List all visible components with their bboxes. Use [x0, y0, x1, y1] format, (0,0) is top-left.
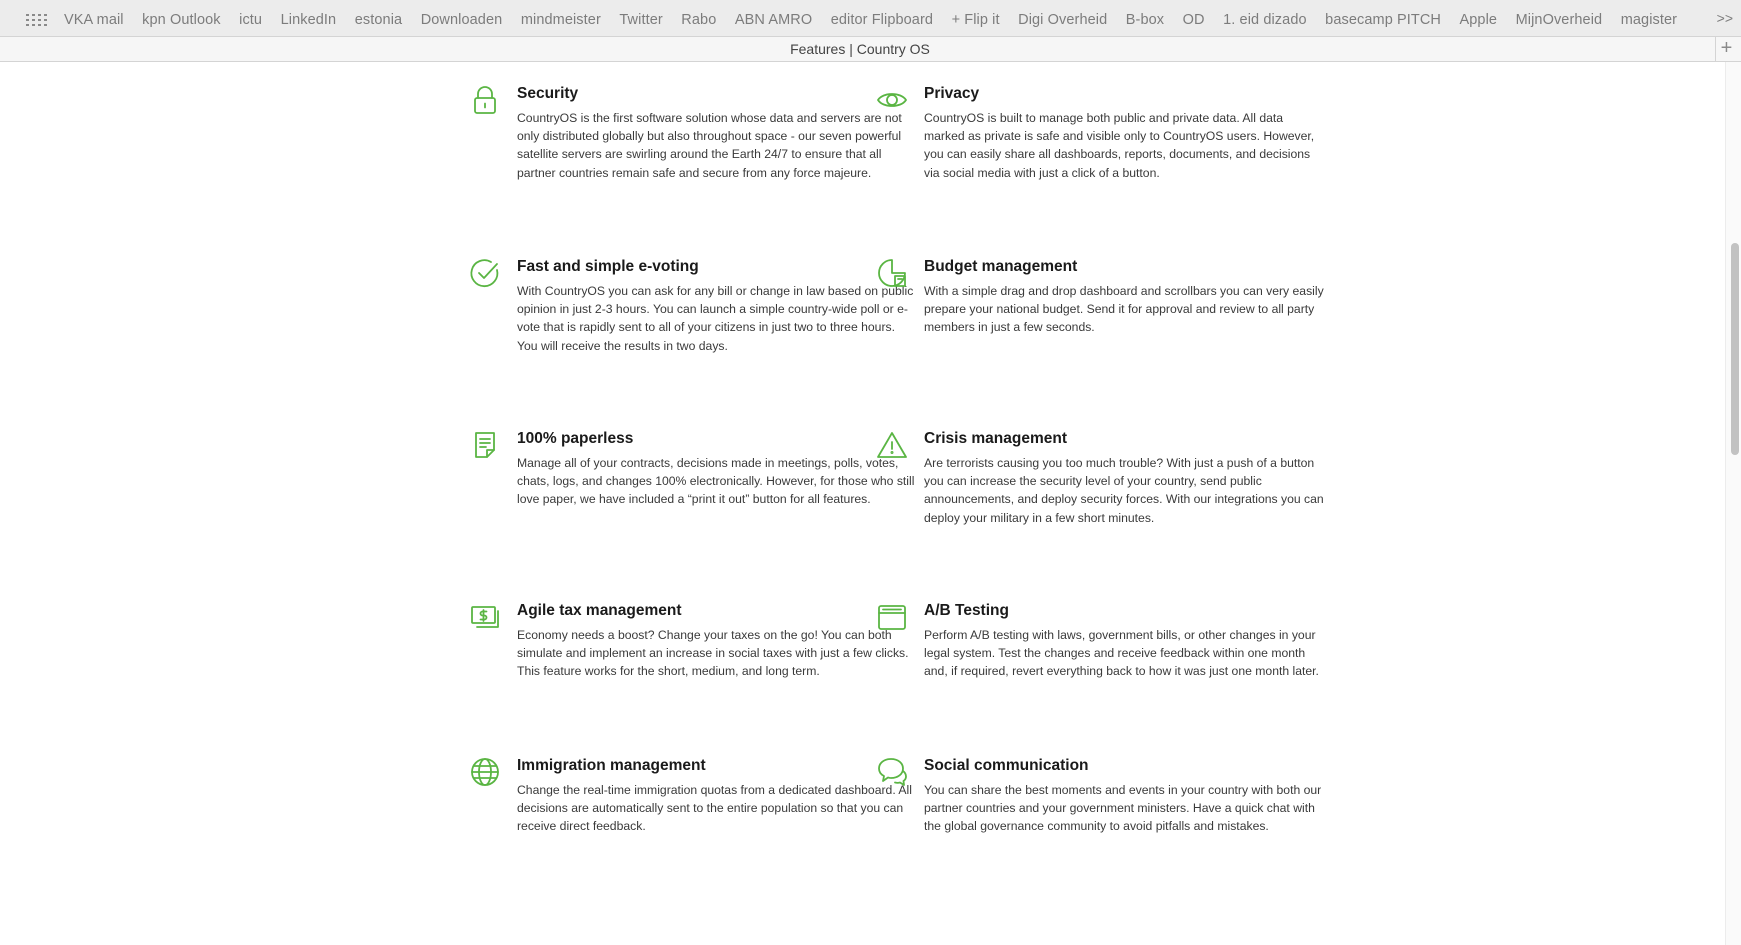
feature-description: Economy needs a boost? Change your taxes… [517, 628, 909, 679]
tab-bar: Features | Country OS + [0, 36, 1741, 62]
feature-description: CountryOS is the first software solution… [517, 111, 902, 180]
feature-description: CountryOS is built to manage both public… [924, 111, 1315, 180]
warning-icon [876, 429, 908, 461]
eye-icon [876, 84, 908, 116]
feature-description: Are terrorists causing you too much trou… [924, 456, 1324, 525]
favorite-link[interactable]: + Flip it [952, 12, 1000, 28]
feature-title: Agile tax management [517, 602, 682, 619]
favorite-link[interactable]: magister [1621, 12, 1677, 28]
feature-title: 100% paperless [517, 430, 634, 447]
feature-title: Security [517, 85, 579, 102]
favorite-link[interactable]: Apple [1459, 12, 1497, 28]
feature-budget-management: Budget management With a simple drag and… [878, 257, 1324, 337]
favorite-link[interactable]: ABN AMRO [735, 12, 812, 28]
banknote-icon [469, 601, 501, 633]
favorite-link[interactable]: LinkedIn [281, 12, 337, 28]
window-icon [876, 601, 908, 633]
pie-chart-icon [876, 257, 908, 289]
feature-immigration-management: Immigration management Change the real-t… [471, 756, 917, 836]
favorite-link[interactable]: B-box [1126, 12, 1164, 28]
favorite-link[interactable]: 1. eid dizado [1223, 12, 1307, 28]
feature-privacy: Privacy CountryOS is built to manage bot… [877, 84, 1324, 182]
favorite-link[interactable]: Rabo [681, 12, 716, 28]
feature-title: Fast and simple e-voting [517, 258, 699, 275]
favorite-link[interactable]: estonia [355, 12, 402, 28]
feature-title: A/B Testing [924, 602, 1009, 619]
check-circle-icon [469, 257, 501, 289]
favorites-overflow-button[interactable]: >> [1717, 10, 1733, 26]
feature-description: Change the real-time immigration quotas … [517, 783, 912, 834]
feature-description: Manage all of your contracts, decisions … [517, 456, 915, 507]
favorite-link[interactable]: basecamp PITCH [1325, 12, 1441, 28]
favorite-link[interactable]: kpn Outlook [142, 12, 220, 28]
favorite-link[interactable]: MijnOverheid [1516, 12, 1603, 28]
feature-crisis-management: Crisis management Are terrorists causing… [877, 429, 1324, 527]
feature-security: Security CountryOS is the first software… [474, 84, 917, 182]
feature-description: Perform A/B testing with laws, governmen… [924, 628, 1319, 679]
new-tab-button[interactable]: + [1715, 37, 1737, 61]
favorite-link[interactable]: ictu [239, 12, 262, 28]
document-icon [469, 429, 501, 461]
feature-title: Social communication [924, 757, 1089, 774]
favorite-link[interactable]: VKA mail [64, 12, 124, 28]
vertical-scrollbar[interactable] [1725, 62, 1741, 945]
feature-agile-tax-management: Agile tax management Economy needs a boo… [471, 601, 917, 681]
favorite-link[interactable]: Downloaden [421, 12, 503, 28]
chat-bubbles-icon [876, 756, 908, 788]
favorites-list: VKA mail kpn Outlook ictu LinkedIn estonia Do… [64, 12, 1696, 28]
feature-title: Crisis management [924, 430, 1067, 447]
favorite-link[interactable]: Digi Overheid [1018, 12, 1107, 28]
feature-paperless: 100% paperless Manage all of your contra… [475, 429, 917, 509]
lock-icon [469, 84, 501, 116]
feature-social-communication: Social communication You can share the b… [878, 756, 1324, 836]
feature-title: Budget management [924, 258, 1078, 275]
feature-title: Privacy [924, 85, 980, 102]
apps-grid-icon[interactable] [26, 14, 47, 26]
favorite-link[interactable]: mindmeister [521, 12, 601, 28]
favorite-link[interactable]: Twitter [619, 12, 662, 28]
page-content: Security CountryOS is the first software… [10, 63, 1724, 945]
feature-e-voting: Fast and simple e-voting With CountryOS … [470, 257, 917, 355]
feature-description: You can share the best moments and event… [924, 783, 1322, 834]
feature-description: With a simple drag and drop dashboard an… [924, 284, 1324, 335]
favorite-link[interactable]: OD [1183, 12, 1205, 28]
feature-description: With CountryOS you can ask for any bill … [517, 284, 914, 353]
browser-window: VKA mail kpn Outlook ictu LinkedIn estonia Do… [0, 0, 1741, 945]
favorite-link[interactable]: editor Flipboard [831, 12, 933, 28]
favorites-bar: VKA mail kpn Outlook ictu LinkedIn estonia Do… [0, 0, 1741, 40]
scrollbar-thumb[interactable] [1731, 243, 1739, 455]
globe-icon [469, 756, 501, 788]
feature-title: Immigration management [517, 757, 706, 774]
feature-ab-testing: A/B Testing Perform A/B testing with law… [878, 601, 1324, 681]
tab-title[interactable]: Features | Country OS [0, 41, 1720, 57]
